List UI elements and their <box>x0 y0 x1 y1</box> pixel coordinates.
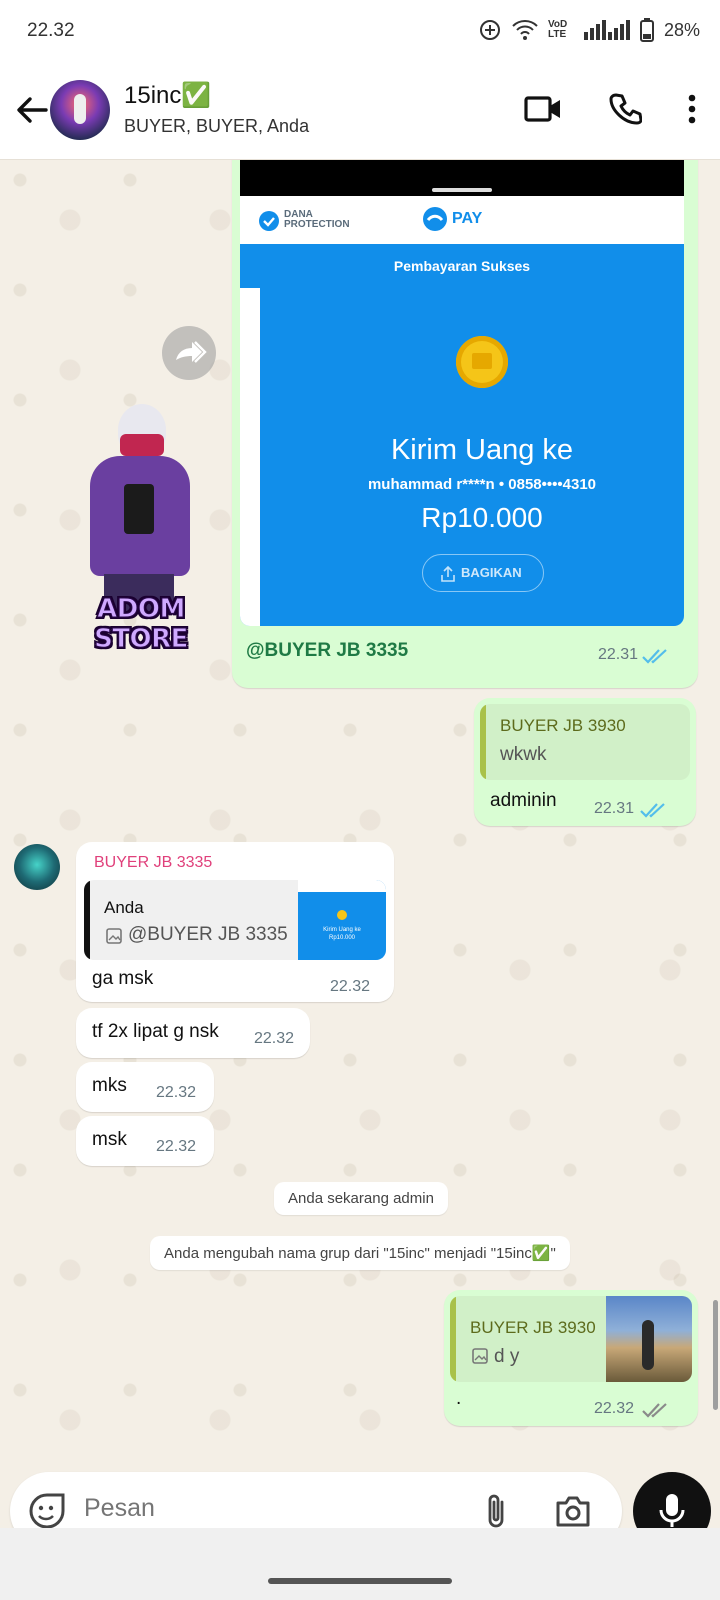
status-bar: 22.32 VoD LTE 28% <box>0 0 720 66</box>
quote-author: Anda <box>104 898 144 917</box>
message-text: mks <box>92 1075 127 1096</box>
quote-author: BUYER JB 3930 <box>470 1318 596 1337</box>
group-title[interactable]: 15inc✅ <box>124 81 211 110</box>
reply-message-bubble[interactable]: BUYER JB 3930 wkwk adminin 22.31 <box>474 698 696 826</box>
incoming-message-bubble[interactable]: BUYER JB 3335 Anda @BUYER JB 3335 Kirim … <box>76 842 394 1002</box>
message-time: 22.32 <box>156 1084 197 1101</box>
sticker[interactable]: ADOM STORE <box>46 394 236 655</box>
group-avatar[interactable] <box>50 80 110 140</box>
image-icon <box>106 928 122 944</box>
system-nav-bar <box>0 1528 720 1600</box>
sender-name[interactable]: BUYER JB 3335 <box>94 854 212 872</box>
message-time: 22.31 <box>598 646 639 663</box>
dana-left-strip <box>240 288 260 626</box>
header-actions <box>524 92 696 126</box>
incoming-message-bubble[interactable]: tf 2x lipat g nsk 22.32 <box>76 1008 310 1058</box>
system-message: Anda mengubah nama grup dari "15inc" men… <box>150 1236 570 1270</box>
dana-recipient: muhammad r****n • 0858••••4310 <box>367 476 597 493</box>
status-time: 22.32 <box>27 20 75 41</box>
battery-icon <box>639 18 654 42</box>
image-caption-mention[interactable]: @BUYER JB 3335 <box>246 640 408 662</box>
quote-text: @BUYER JB 3335 <box>128 924 288 945</box>
chat-header: 15inc✅ BUYER, BUYER, Anda <box>0 66 720 160</box>
quote-thumbnail-text: Kirim Uang ke Rp10.000 <box>323 927 361 941</box>
sender-avatar[interactable] <box>14 844 60 890</box>
share-icon <box>441 566 455 582</box>
message-time: 22.32 <box>330 978 371 995</box>
dana-share-button[interactable]: BAGIKAN <box>422 554 544 592</box>
forward-button[interactable] <box>162 326 216 380</box>
incoming-message-bubble[interactable]: mks 22.32 <box>76 1062 214 1112</box>
quote-text: d y <box>494 1346 520 1367</box>
receipt-screenshot[interactable]: DANA PROTECTION PAY Pembayaran Sukses Ki… <box>240 160 684 626</box>
signal-icon <box>583 20 630 40</box>
message-time: 22.32 <box>254 1030 295 1047</box>
sticker-label: ADOM STORE <box>94 594 189 655</box>
reply-message-bubble[interactable]: BUYER JB 3930 d y . 22.32 <box>444 1290 698 1426</box>
group-members[interactable]: BUYER, BUYER, Anda <box>124 116 309 137</box>
quote-bar <box>84 880 90 960</box>
dana-protection-label: DANA PROTECTION <box>284 209 350 230</box>
message-text: ga msk <box>92 968 154 989</box>
dana-amount: Rp10.000 <box>421 502 543 533</box>
voice-call-icon[interactable] <box>608 92 642 126</box>
message-text: msk <box>92 1129 127 1150</box>
battery-percent: 28% <box>663 19 700 40</box>
message-time: 22.31 <box>594 800 635 817</box>
dana-logo-icon <box>423 207 447 231</box>
image-icon <box>472 1348 488 1364</box>
read-ticks-icon <box>642 649 667 664</box>
dana-shield-icon <box>259 211 279 231</box>
sticker-icon[interactable] <box>28 1492 66 1530</box>
attach-icon[interactable] <box>482 1492 512 1530</box>
data-saver-icon <box>479 20 500 40</box>
image-message-bubble[interactable]: DANA PROTECTION PAY Pembayaran Sukses Ki… <box>232 160 698 688</box>
quote-author: BUYER JB 3930 <box>500 716 626 735</box>
wifi-icon <box>512 20 538 40</box>
message-time: 22.32 <box>594 1400 635 1417</box>
message-text: tf 2x lipat g nsk <box>92 1021 219 1042</box>
dana-pay-label: PAY <box>452 210 483 227</box>
dana-coin-icon <box>456 336 508 388</box>
read-ticks-icon <box>640 803 665 818</box>
quoted-message[interactable]: Anda @BUYER JB 3335 Kirim Uang ke Rp10.0… <box>84 880 386 960</box>
chat-area[interactable]: ADOM STORE DANA PROTECTION PAY Pembayara… <box>0 160 720 1470</box>
message-input[interactable] <box>84 1494 464 1523</box>
system-message: Anda sekarang admin <box>274 1182 448 1215</box>
status-icons: VoD LTE 28% <box>478 18 700 42</box>
message-text: adminin <box>490 790 557 811</box>
scrollbar[interactable] <box>713 1300 718 1410</box>
dana-success-header: Pembayaran Sukses <box>393 258 531 274</box>
dana-title: Kirim Uang ke <box>390 434 574 466</box>
microphone-icon <box>659 1494 685 1527</box>
dana-share-label: BAGIKAN <box>461 565 522 580</box>
network-label: VoD LTE <box>547 19 568 40</box>
sticker-character <box>80 404 198 614</box>
message-text: . <box>456 1388 462 1409</box>
camera-icon[interactable] <box>554 1494 592 1528</box>
quote-bar <box>450 1296 456 1382</box>
incoming-message-bubble[interactable]: msk 22.32 <box>76 1116 214 1166</box>
receipt-handle <box>432 188 492 192</box>
quote-bar <box>480 704 486 780</box>
quoted-message[interactable]: BUYER JB 3930 wkwk <box>480 704 690 780</box>
video-call-icon[interactable] <box>524 94 562 124</box>
forward-icon <box>176 341 207 363</box>
dana-blue-panel: Pembayaran Sukses Kirim Uang ke muhammad… <box>240 244 684 626</box>
message-time: 22.32 <box>156 1138 197 1155</box>
quote-thumbnail <box>606 1296 692 1382</box>
quote-thumbnail: Kirim Uang ke Rp10.000 <box>298 880 386 960</box>
quote-text: wkwk <box>500 744 547 765</box>
dana-header: DANA PROTECTION PAY <box>240 196 684 244</box>
quoted-message[interactable]: BUYER JB 3930 d y <box>450 1296 692 1382</box>
home-gesture-handle[interactable] <box>268 1578 452 1584</box>
delivered-ticks-icon <box>642 1403 667 1418</box>
back-arrow-icon[interactable] <box>12 90 52 130</box>
more-options-icon[interactable] <box>688 94 696 124</box>
